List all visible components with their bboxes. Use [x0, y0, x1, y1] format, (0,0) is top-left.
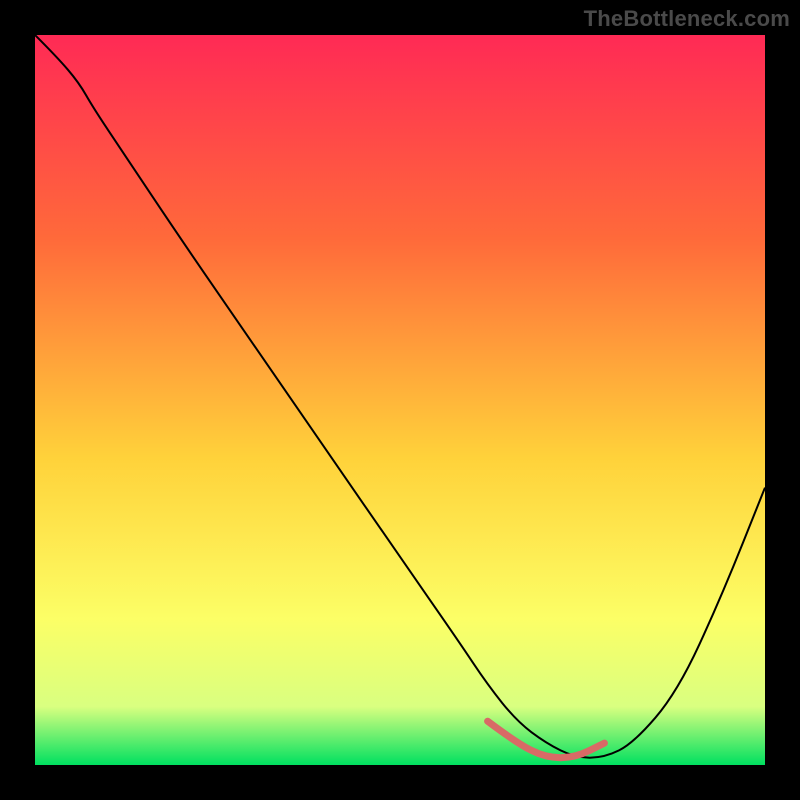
- chart-frame: TheBottleneck.com: [0, 0, 800, 800]
- gradient-background: [35, 35, 765, 765]
- chart-svg: [35, 35, 765, 765]
- plot-area: [35, 35, 765, 765]
- watermark-text: TheBottleneck.com: [584, 6, 790, 32]
